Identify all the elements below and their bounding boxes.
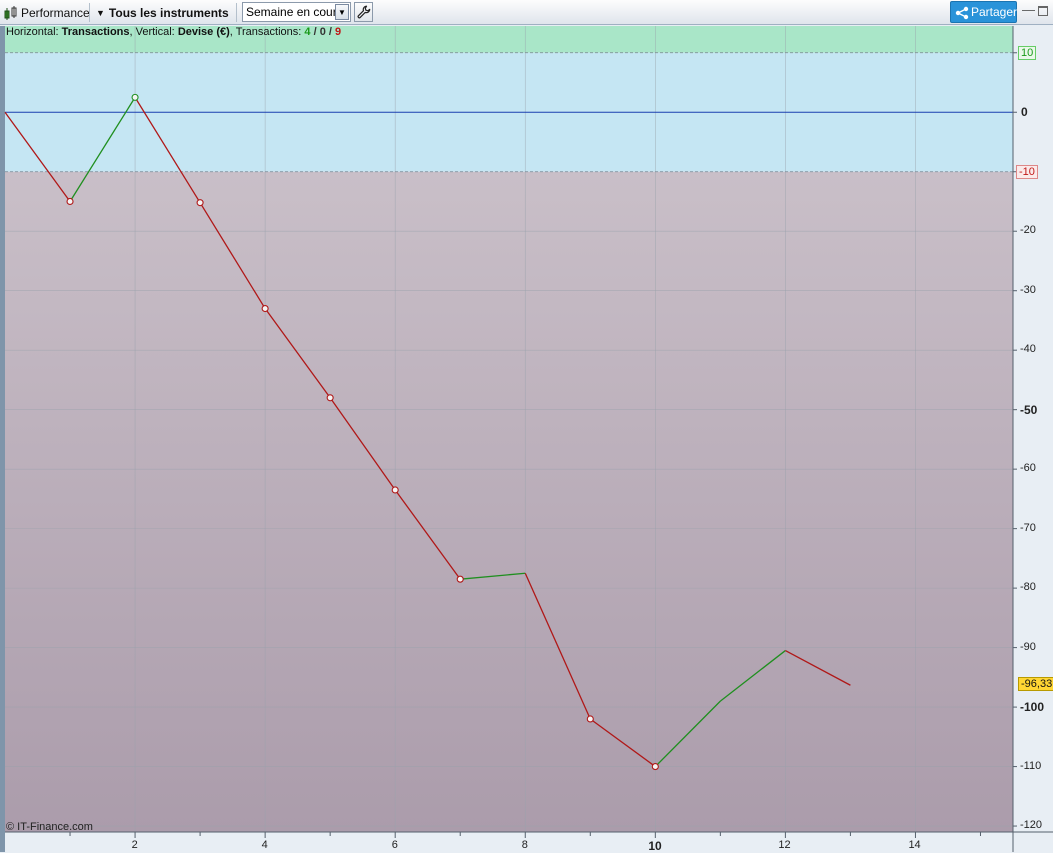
count-separator: /	[328, 26, 332, 38]
winners-count: 4	[304, 26, 311, 38]
y-tick-label: 0	[1021, 105, 1028, 120]
copyright-credit: © IT-Finance.com	[6, 821, 93, 833]
chevron-down-icon: ▼	[96, 7, 105, 18]
last-value-badge: -96,33	[1018, 677, 1053, 692]
chart-info-bar: Horizontal: Transactions, Vertical: Devi…	[6, 26, 341, 38]
x-tick-label: 8	[521, 839, 528, 851]
minimize-icon[interactable]: —	[1022, 2, 1035, 22]
x-tick-label: 14	[908, 839, 921, 851]
toolbar-divider	[236, 3, 237, 22]
data-point-marker	[586, 715, 594, 723]
y-tick-label: -80	[1020, 581, 1036, 594]
period-value: Semaine en cours	[246, 5, 343, 19]
instruments-label: Tous les instruments	[108, 5, 229, 20]
x-tick-label: 6	[391, 839, 398, 851]
candlestick-icon	[3, 0, 19, 25]
y-tick-label: -100	[1020, 700, 1045, 715]
y-tick-label: -20	[1020, 224, 1036, 237]
toolbar-divider	[89, 3, 90, 22]
data-point-marker	[261, 304, 269, 313]
maximize-icon[interactable]	[1038, 6, 1048, 16]
data-point-marker	[456, 575, 464, 583]
vertical-value: Devise (€)	[177, 26, 230, 38]
instruments-dropdown[interactable]: ▼ Tous les instruments	[96, 0, 229, 25]
y-tick-label: -10	[1016, 164, 1038, 179]
data-point-marker	[131, 93, 139, 101]
y-tick-label: -30	[1020, 283, 1036, 296]
y-tick-label: -90	[1020, 640, 1036, 653]
performance-label[interactable]: Performance	[21, 0, 90, 25]
horizontal-value: Transactions	[61, 26, 130, 38]
share-label: Partager	[971, 5, 1018, 19]
neutral-count: 0	[319, 26, 326, 38]
x-tick-label: 4	[261, 839, 268, 851]
y-tick-label: -120	[1020, 819, 1043, 832]
y-tick-label: 10	[1018, 45, 1037, 60]
period-select[interactable]: Semaine en cours ▼	[242, 2, 351, 22]
chevron-down-icon[interactable]: ▼	[335, 4, 349, 20]
count-separator: /	[313, 26, 317, 38]
share-button[interactable]: Partager	[950, 1, 1017, 23]
left-border	[0, 26, 5, 852]
transactions-prefix: , Transactions:	[229, 26, 302, 38]
y-tick-label: -70	[1020, 521, 1036, 534]
vertical-prefix: , Vertical:	[129, 26, 175, 38]
data-point-marker	[326, 394, 334, 402]
equity-chart	[0, 26, 1053, 852]
x-tick-label: 2	[131, 839, 138, 851]
x-tick-label: 12	[778, 839, 791, 851]
lower-zone	[5, 171, 1013, 832]
data-point-marker	[391, 486, 399, 494]
y-tick-label: -60	[1020, 462, 1036, 475]
wrench-icon[interactable]	[354, 2, 373, 22]
y-tick-label: -50	[1020, 402, 1038, 417]
x-tick-label: 10	[648, 839, 662, 853]
losers-count: 9	[335, 26, 342, 38]
y-tick-label: -110	[1020, 759, 1042, 772]
horizontal-prefix: Horizontal:	[6, 26, 59, 38]
data-point-marker	[651, 763, 659, 771]
y-tick-label: -40	[1020, 343, 1036, 356]
data-point-marker	[66, 197, 74, 206]
share-icon	[955, 6, 969, 20]
toolbar: Performance ▼ Tous les instruments Semai…	[0, 0, 1053, 25]
data-point-marker	[196, 199, 204, 207]
